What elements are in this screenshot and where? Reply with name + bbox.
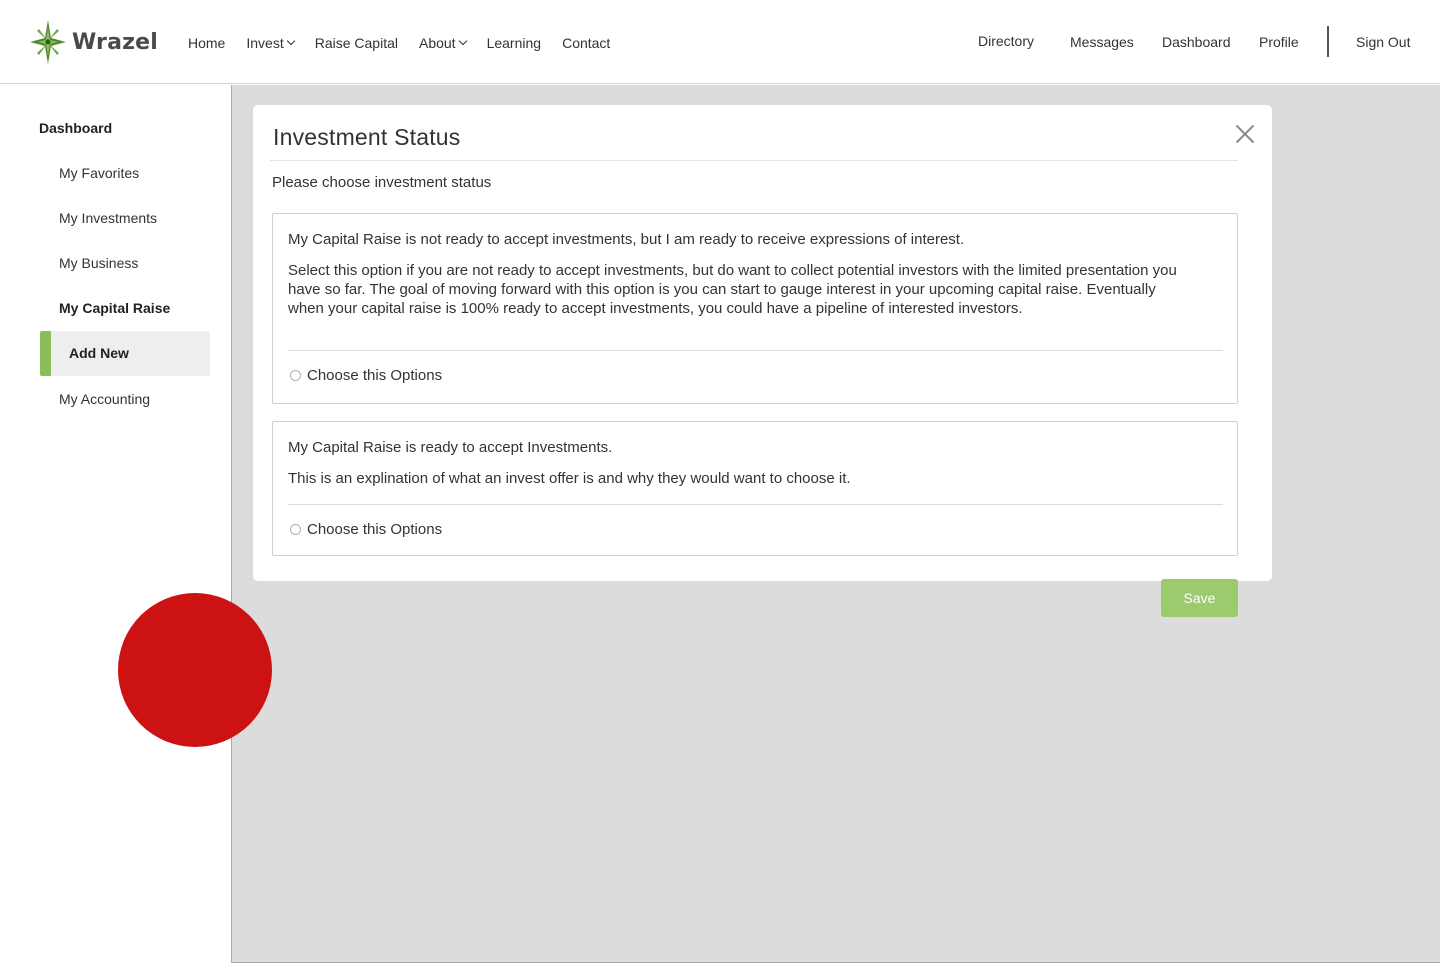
- option-choice-investments[interactable]: Choose this Options: [290, 521, 442, 538]
- sidebar-item-my-business[interactable]: My Business: [59, 255, 138, 271]
- option-choice-label: Choose this Options: [307, 367, 443, 384]
- nav-raise-capital-label: Raise Capital: [314, 35, 398, 51]
- sidebar-item-my-capital-raise[interactable]: My Capital Raise: [59, 300, 170, 316]
- nav-directory[interactable]: Directory: [978, 33, 1034, 49]
- nav-messages[interactable]: Messages: [1070, 34, 1134, 50]
- nav-home-label: Home: [188, 35, 226, 51]
- red-circle-marker: [118, 593, 272, 747]
- brand-logo[interactable]: Wrazel: [28, 18, 158, 66]
- option-heading: My Capital Raise is ready to accept Inve…: [288, 439, 613, 456]
- chevron-down-icon: [286, 36, 295, 46]
- sidebar: Dashboard My Favorites My Investments My…: [0, 85, 231, 967]
- nav-raise-capital[interactable]: Raise Capital: [315, 35, 398, 51]
- nav-learning[interactable]: Learning: [487, 35, 542, 51]
- sidebar-item-add-new[interactable]: Add New: [40, 331, 210, 376]
- option-divider: [288, 504, 1223, 505]
- nav-divider: [1327, 26, 1329, 57]
- close-icon[interactable]: [1235, 124, 1255, 144]
- sidebar-title[interactable]: Dashboard: [39, 120, 112, 136]
- nav-invest[interactable]: Invest: [246, 35, 295, 51]
- sidebar-item-label: Add New: [69, 345, 129, 361]
- compass-star-icon: [29, 20, 66, 64]
- nav-contact[interactable]: Contact: [562, 35, 610, 51]
- chevron-down-icon: [458, 36, 467, 46]
- option-card-investments: My Capital Raise is ready to accept Inve…: [272, 421, 1238, 556]
- option-choice-interest[interactable]: Choose this Options: [290, 367, 442, 384]
- top-navbar: Wrazel Home Invest Raise Capital About L…: [0, 0, 1440, 84]
- sidebar-item-my-favorites[interactable]: My Favorites: [59, 165, 139, 181]
- nav-home[interactable]: Home: [188, 35, 225, 51]
- sidebar-item-my-accounting[interactable]: My Accounting: [59, 391, 150, 407]
- nav-dashboard[interactable]: Dashboard: [1162, 34, 1231, 50]
- investment-status-modal: Investment Status Please choose investme…: [253, 105, 1272, 581]
- radio-button[interactable]: [290, 524, 301, 535]
- option-divider: [288, 350, 1223, 351]
- nav-profile[interactable]: Profile: [1259, 34, 1299, 50]
- option-heading: My Capital Raise is not ready to accept …: [288, 231, 965, 248]
- nav-contact-label: Contact: [562, 35, 611, 51]
- save-button[interactable]: Save: [1161, 579, 1238, 617]
- option-choice-label: Choose this Options: [307, 521, 443, 538]
- primary-nav: Home Invest Raise Capital About Learning…: [188, 35, 631, 51]
- brand-name: Wrazel: [71, 29, 158, 55]
- option-description: This is an explination of what an invest…: [288, 470, 851, 487]
- modal-title: Investment Status: [273, 124, 461, 150]
- nav-invest-label: Invest: [246, 35, 284, 51]
- modal-subtitle: Please choose investment status: [272, 174, 492, 191]
- nav-about-label: About: [418, 35, 456, 51]
- option-card-interest: My Capital Raise is not ready to accept …: [272, 213, 1238, 404]
- nav-learning-label: Learning: [486, 35, 542, 51]
- modal-divider: [270, 160, 1238, 161]
- sidebar-item-my-investments[interactable]: My Investments: [59, 210, 157, 226]
- nav-about[interactable]: About: [418, 35, 467, 51]
- sign-out-link[interactable]: Sign Out: [1356, 34, 1410, 50]
- option-description: Select this option if you are not ready …: [288, 262, 1177, 317]
- radio-button[interactable]: [290, 370, 301, 381]
